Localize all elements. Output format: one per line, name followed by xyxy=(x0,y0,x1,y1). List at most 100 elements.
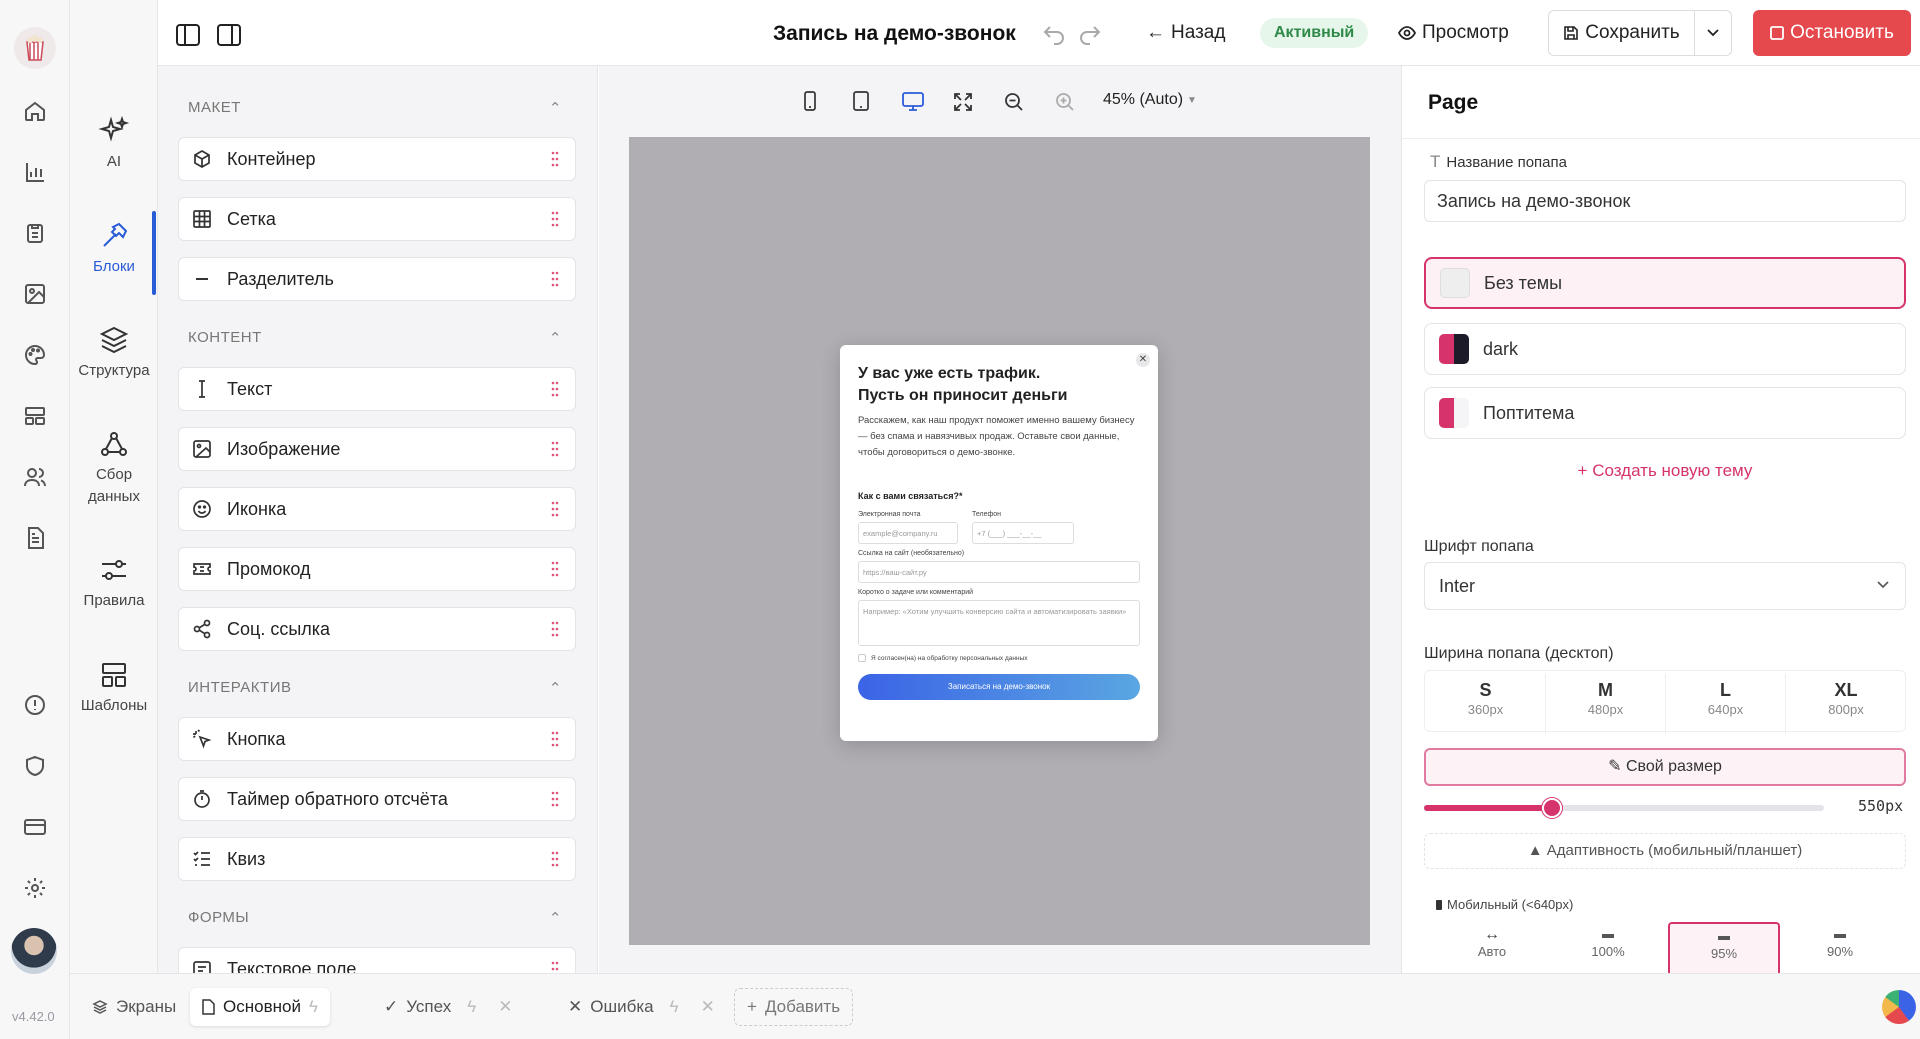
back-button[interactable]: ← Назад xyxy=(1146,22,1225,44)
grip-icon[interactable] xyxy=(551,381,559,397)
gear-icon[interactable] xyxy=(21,874,49,902)
help-widget-icon[interactable] xyxy=(1882,990,1916,1024)
block-countdown-timer[interactable]: Таймер обратного отсчёта xyxy=(178,777,576,821)
section-header-forms[interactable]: ФОРМЫ ⌃ xyxy=(188,909,568,927)
rail-item-structure[interactable]: Структура xyxy=(70,324,158,382)
layout-icon[interactable] xyxy=(21,402,49,430)
mobile-option-auto[interactable]: ↔ Авто xyxy=(1436,922,1548,974)
block-promocode[interactable]: Промокод xyxy=(178,547,576,591)
close-icon[interactable]: ✕ xyxy=(1136,353,1150,367)
desktop-view-icon[interactable] xyxy=(902,92,924,112)
theme-option-none[interactable]: Без темы xyxy=(1424,257,1906,309)
phone-input[interactable]: +7 (___) ___-__-__ xyxy=(972,522,1074,544)
preview-button[interactable]: Просмотр xyxy=(1398,22,1509,44)
theme-option-dark[interactable]: dark xyxy=(1424,323,1906,375)
grip-icon[interactable] xyxy=(551,441,559,457)
grip-icon[interactable] xyxy=(551,211,559,227)
tab-main[interactable]: Основной ϟ xyxy=(190,988,330,1026)
tab-success[interactable]: ✓ Успех ϟ ✕ xyxy=(372,988,524,1026)
bolt-icon[interactable]: ϟ xyxy=(309,997,318,1017)
size-l[interactable]: L 640px xyxy=(1666,674,1786,734)
shield-icon[interactable] xyxy=(21,752,49,780)
document-icon[interactable] xyxy=(21,524,49,552)
email-input[interactable]: example@company.ru xyxy=(858,522,958,544)
tablet-view-icon[interactable] xyxy=(852,91,870,111)
comment-textarea[interactable]: Например: «Хотим улучшить конверсию сайт… xyxy=(858,600,1140,646)
stop-button[interactable]: Остановить xyxy=(1753,10,1911,56)
redo-icon[interactable] xyxy=(1078,23,1102,45)
popup-name-input[interactable]: Запись на демо-звонок xyxy=(1424,180,1906,222)
avatar[interactable] xyxy=(11,928,57,974)
mobile-option-90[interactable]: 90% xyxy=(1784,922,1896,974)
block-social-link[interactable]: Соц. ссылка xyxy=(178,607,576,651)
app-logo[interactable] xyxy=(14,27,56,69)
block-container[interactable]: Контейнер xyxy=(178,137,576,181)
toggle-right-panel-icon[interactable] xyxy=(216,22,242,48)
grip-icon[interactable] xyxy=(551,271,559,287)
close-icon[interactable]: ✕ xyxy=(498,997,512,1017)
rail-item-rules[interactable]: Правила xyxy=(70,554,158,612)
width-slider[interactable] xyxy=(1424,798,1824,818)
save-button[interactable]: Сохранить xyxy=(1549,11,1695,55)
popup-preview[interactable]: ✕ У вас уже есть трафик. Пусть он принос… xyxy=(840,345,1158,741)
grip-icon[interactable] xyxy=(551,501,559,517)
slider-thumb[interactable] xyxy=(1542,798,1562,818)
rail-item-blocks[interactable]: Блоки xyxy=(70,220,158,278)
font-select[interactable]: Inter xyxy=(1424,562,1906,610)
zoom-select[interactable]: 45% (Auto) ▼ xyxy=(1103,91,1197,109)
grip-icon[interactable] xyxy=(551,561,559,577)
alert-icon[interactable] xyxy=(21,691,49,719)
mobile-option-95[interactable]: 95% xyxy=(1668,922,1780,974)
block-divider[interactable]: Разделитель xyxy=(178,257,576,301)
palette-icon[interactable] xyxy=(21,341,49,369)
clipboard-icon[interactable] xyxy=(21,219,49,247)
block-button[interactable]: Кнопка xyxy=(178,717,576,761)
card-icon[interactable] xyxy=(21,813,49,841)
chevron-down-icon[interactable] xyxy=(1695,11,1731,55)
analytics-icon[interactable] xyxy=(21,158,49,186)
section-header-layout[interactable]: МАКЕТ ⌃ xyxy=(188,99,568,117)
undo-icon[interactable] xyxy=(1042,23,1066,45)
bolt-icon[interactable]: ϟ xyxy=(467,997,476,1017)
size-s[interactable]: S 360px xyxy=(1426,674,1546,734)
zoom-out-icon[interactable] xyxy=(1004,92,1024,112)
size-xl[interactable]: XL 800px xyxy=(1786,674,1906,734)
create-theme-link[interactable]: + Создать новую тему xyxy=(1424,461,1906,481)
image-icon[interactable] xyxy=(21,280,49,308)
section-header-content[interactable]: КОНТЕНТ ⌃ xyxy=(188,329,568,347)
grip-icon[interactable] xyxy=(551,151,559,167)
grip-icon[interactable] xyxy=(551,961,559,973)
adaptive-toggle[interactable]: ▲ Адаптивность (мобильный/планшет) xyxy=(1424,833,1906,869)
bolt-icon[interactable]: ϟ xyxy=(670,997,679,1017)
grip-icon[interactable] xyxy=(551,851,559,867)
mobile-view-icon[interactable] xyxy=(802,91,818,111)
home-icon[interactable] xyxy=(21,97,49,125)
block-grid[interactable]: Сетка xyxy=(178,197,576,241)
tab-error[interactable]: ✕ Ошибка ϟ ✕ xyxy=(556,988,727,1026)
site-input[interactable]: https://ваш-сайт.ру xyxy=(858,561,1140,583)
custom-size-button[interactable]: ✎ Свой размер xyxy=(1424,748,1906,786)
rail-item-templates[interactable]: Шаблоны xyxy=(70,659,158,717)
grip-icon[interactable] xyxy=(551,621,559,637)
size-m[interactable]: M 480px xyxy=(1546,674,1666,734)
block-quiz[interactable]: Квиз xyxy=(178,837,576,881)
block-image[interactable]: Изображение xyxy=(178,427,576,471)
rail-item-data-collection[interactable]: Сбор данных xyxy=(70,428,158,508)
submit-button[interactable]: Записаться на демо-звонок xyxy=(858,674,1140,700)
consent-checkbox[interactable] xyxy=(858,654,866,662)
section-header-interactive[interactable]: ИНТЕРАКТИВ ⌃ xyxy=(188,679,568,697)
add-screen-button[interactable]: + Добавить xyxy=(734,988,854,1026)
grip-icon[interactable] xyxy=(551,731,559,747)
toggle-left-panel-icon[interactable] xyxy=(175,22,201,48)
zoom-in-icon[interactable] xyxy=(1055,92,1075,112)
grip-icon[interactable] xyxy=(551,791,559,807)
block-icon[interactable]: Иконка xyxy=(178,487,576,531)
rail-item-ai[interactable]: AI xyxy=(70,115,158,173)
fullscreen-icon[interactable] xyxy=(953,92,973,112)
close-icon[interactable]: ✕ xyxy=(701,997,715,1017)
mobile-option-100[interactable]: 100% xyxy=(1552,922,1664,974)
block-text-field[interactable]: Текстовое поле xyxy=(178,947,576,973)
theme-option-poptheme[interactable]: Поптитема xyxy=(1424,387,1906,439)
users-icon[interactable] xyxy=(21,463,49,491)
block-text[interactable]: Текст xyxy=(178,367,576,411)
